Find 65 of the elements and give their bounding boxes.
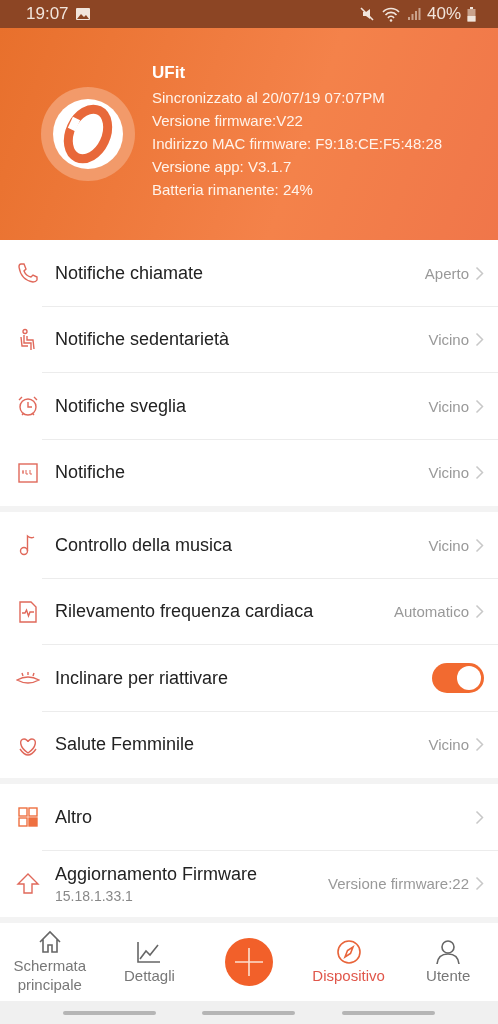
toggle-switch[interactable]	[432, 663, 484, 694]
device-info: Versione app: V3.1.7	[152, 157, 293, 175]
row-label: Salute Femminile	[55, 734, 196, 756]
mute-icon	[358, 6, 375, 22]
compass-icon	[335, 938, 362, 965]
chevron-icon	[475, 809, 484, 825]
row-value: Aperto	[424, 264, 469, 282]
device-info: Batteria rimanente: 24%	[152, 180, 314, 198]
device-name: UFit	[152, 62, 187, 83]
chevron-icon	[475, 876, 484, 892]
row-label: Inclinare per riattivare	[55, 667, 230, 689]
row-label: Notifiche sedentarietà	[55, 329, 231, 351]
row-label: Notifiche	[55, 462, 127, 484]
device-info: Indirizzo MAC firmware: F9:18:CE:F5:48:28	[152, 134, 443, 152]
phone-icon	[16, 261, 40, 286]
user-icon	[435, 938, 462, 965]
settings-row[interactable]: Notifiche sveglia Vicino	[0, 373, 498, 440]
chevron-icon	[475, 604, 484, 620]
add-button[interactable]	[225, 938, 273, 986]
row-value: Vicino	[428, 736, 469, 754]
settings-row[interactable]: Aggiornamento Firmware 15.18.1.33.1 Versione firmware:22	[0, 850, 498, 917]
signal-icon	[406, 7, 421, 21]
chevron-icon	[475, 332, 484, 348]
row-value: Vicino	[428, 397, 469, 415]
device-info: Versione firmware:V22	[152, 111, 304, 129]
chevron-icon	[475, 398, 484, 414]
nav-tab[interactable]: Dettagli	[99, 938, 200, 986]
row-value: Vicino	[428, 464, 469, 482]
grid-icon	[16, 805, 40, 830]
row-label: Controllo della musica	[55, 534, 234, 556]
row-label: Notifiche sveglia	[55, 395, 188, 417]
heart-file-icon	[16, 599, 40, 624]
upload-icon	[16, 871, 40, 896]
app-icon	[16, 460, 40, 485]
settings-row[interactable]: Notifiche sedentarietà Vicino	[0, 306, 498, 373]
row-label: Rilevamento frequenza cardiaca	[55, 601, 315, 623]
nav-tab[interactable]: Schermata principale	[0, 929, 100, 995]
image-icon	[74, 7, 91, 21]
row-value: Vicino	[428, 536, 469, 554]
nav-tab[interactable]: Dispositivo	[298, 938, 399, 986]
device-info: Sincronizzato al 20/07/19 07:07PM	[152, 88, 386, 106]
settings-row[interactable]: Notifiche chiamate Aperto	[0, 240, 498, 307]
row-value: Versione firmware:22	[328, 875, 469, 893]
row-label: Altro	[55, 806, 93, 828]
settings-row[interactable]: Altro	[0, 784, 498, 851]
nav-tab[interactable]: Utente	[398, 938, 498, 986]
band-logo-icon	[40, 86, 136, 182]
row-label: Notifiche chiamate	[55, 262, 205, 284]
row-label: Aggiornamento Firmware	[55, 863, 259, 885]
row-sublabel: 15.18.1.33.1	[55, 887, 134, 904]
clock: 19:07	[26, 4, 69, 24]
wifi-icon	[380, 6, 401, 22]
settings-row[interactable]: Rilevamento frequenza cardiaca Automatico	[0, 578, 498, 645]
chevron-icon	[475, 537, 484, 553]
chevron-icon	[475, 465, 484, 481]
battery-icon	[467, 6, 476, 22]
settings-row[interactable]: Salute Femminile Vicino	[0, 711, 498, 778]
chevron-icon	[475, 265, 484, 281]
battery-percent: 40%	[426, 4, 461, 24]
settings-row[interactable]: Controllo della musica Vicino	[0, 512, 498, 579]
row-value: Vicino	[428, 331, 469, 349]
settings-row[interactable]: Notifiche Vicino	[0, 439, 498, 506]
chevron-icon	[475, 737, 484, 753]
alarm-icon	[16, 394, 40, 419]
row-value: Automatico	[393, 603, 469, 621]
